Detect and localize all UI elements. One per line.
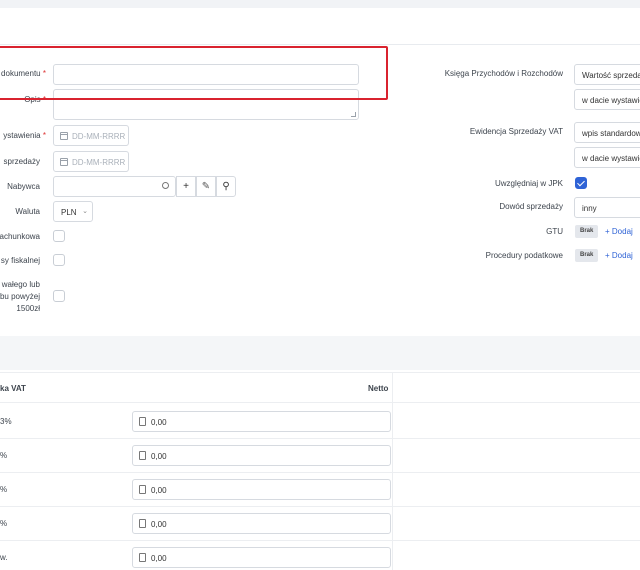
highlight-box [0,46,388,100]
net-amount-value: 0,00 [151,520,167,529]
calculator-icon[interactable] [139,417,146,426]
net-amount-value: 0,00 [151,452,167,461]
vat-register-label: Ewidencja Sprzedaży VAT [469,127,563,136]
header-divider [0,44,640,45]
procedures-badge: Brak [575,249,599,262]
threshold-checkbox[interactable] [53,290,65,302]
fiscal-label: sy fiskalnej [0,256,40,265]
net-amount-value: 0,00 [151,418,167,427]
gtu-add-link[interactable]: + Dodaj [605,227,633,236]
proof-select[interactable]: inny [574,197,640,218]
vat-register-value: wpis standardowy [582,129,640,138]
threshold-label-line2: bu powyżej [0,292,40,301]
ledger-label: Księga Przychodów i Rozchodów [444,69,563,78]
table-row-border [0,438,640,439]
ledger-select-value: Wartość sprzedaży [582,71,640,80]
net-amount-value: 0,00 [151,554,167,563]
buyer-label: Nabywca [7,182,40,191]
top-band [0,0,640,8]
ledger-date-value: w dacie wystawienia [582,96,640,105]
vat-rate-column-header: ka VAT [0,384,26,393]
currency-label: Waluta [15,207,40,216]
table-row-label: % [0,451,8,460]
net-amount-value: 0,00 [151,486,167,495]
calculator-icon[interactable] [139,485,146,494]
table-header-border [0,402,640,403]
sale-date-label: sprzedaży [3,157,40,166]
resize-grip-icon[interactable] [351,112,356,117]
table-row-border [0,540,640,541]
net-amount-input[interactable]: 0,00 [132,547,391,568]
gtu-label: GTU [546,227,563,236]
issue-date-label: ystawienia * [3,131,46,140]
threshold-label-line3: 1500zł [16,304,40,313]
vat-date-value: w dacie wystawienia [582,154,640,163]
net-amount-input[interactable]: 0,00 [132,513,391,534]
jpk-label: Uwzględniaj w JPK [494,179,563,188]
table-row-label: % [0,485,8,494]
currency-select[interactable]: PLN ⌄ [53,201,93,222]
search-icon [162,182,169,189]
net-amount-input[interactable]: 0,00 [132,479,391,500]
buyer-input[interactable] [53,176,176,197]
fiscal-checkbox[interactable] [53,254,65,266]
accounting-label: achunkowa [0,232,40,241]
sale-date-placeholder: DD-MM-RRRR [72,158,126,167]
vat-date-select[interactable]: w dacie wystawienia [574,147,640,168]
proof-label: Dowód sprzedaży [499,202,563,211]
table-row-label: % [0,519,8,528]
procedures-label: Procedury podatkowe [485,251,563,260]
issue-date-placeholder: DD-MM-RRRR [72,132,126,141]
calendar-icon [60,132,68,140]
sale-date-input[interactable]: DD-MM-RRRR [53,151,129,172]
accounting-checkbox[interactable] [53,230,65,242]
jpk-checkbox[interactable] [575,177,587,189]
add-buyer-button[interactable]: + [176,176,196,197]
ledger-select[interactable]: Wartość sprzedaży [574,64,640,85]
proof-value: inny [582,204,597,213]
calculator-icon[interactable] [139,553,146,562]
calculator-icon[interactable] [139,519,146,528]
table-row-border [0,506,640,507]
search-buyer-button[interactable]: ⚲ [216,176,236,197]
calendar-icon [60,158,68,166]
issue-date-input[interactable]: DD-MM-RRRR [53,125,129,146]
threshold-label-line1: wałego lub [1,280,40,289]
chevron-down-icon: ⌄ [82,208,88,215]
table-top-border [0,372,640,373]
procedures-add-link[interactable]: + Dodaj [605,251,633,260]
net-amount-input[interactable]: 0,00 [132,445,391,466]
net-column-header: Netto [368,384,389,393]
section-header [0,336,640,370]
table-row-label: 3% [0,417,12,426]
net-amount-input[interactable]: 0,00 [132,411,391,432]
table-row-label: w. [0,553,8,562]
ledger-date-select[interactable]: w dacie wystawienia [574,89,640,110]
gtu-badge: Brak [575,225,599,238]
vat-register-select[interactable]: wpis standardowy [574,122,640,143]
currency-value: PLN [61,208,77,217]
table-row-border [0,472,640,473]
edit-buyer-button[interactable]: ✎ [196,176,216,197]
calculator-icon[interactable] [139,451,146,460]
